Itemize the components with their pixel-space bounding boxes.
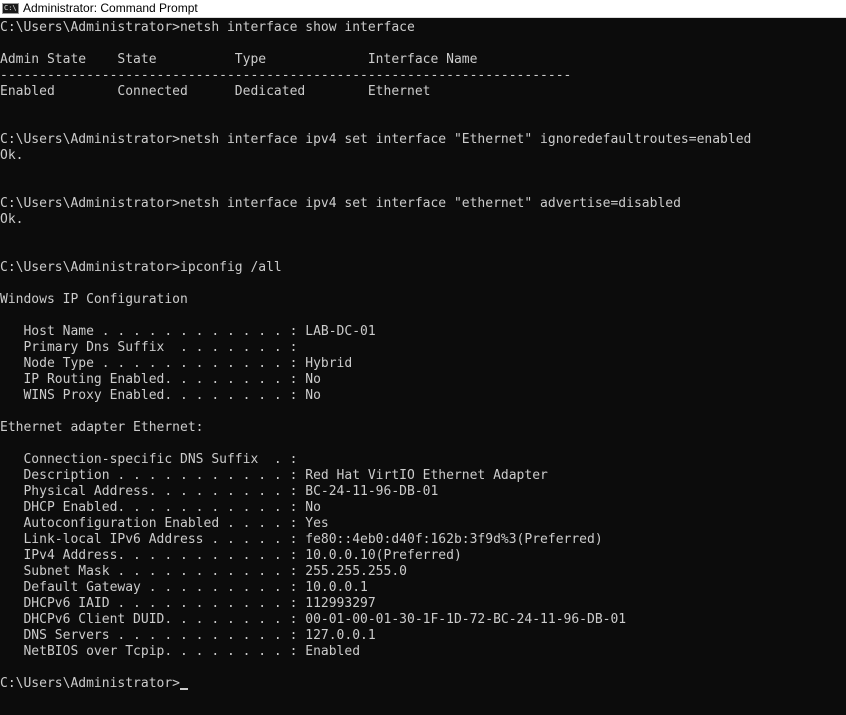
console-line: Subnet Mask . . . . . . . . . . . : 255.… xyxy=(0,564,407,579)
console-line: IP Routing Enabled. . . . . . . . : No xyxy=(0,372,321,387)
console-line: Enabled Connected Dedicated Ethernet xyxy=(0,84,431,99)
console-line: Ok. xyxy=(0,212,24,227)
console-line: Admin State State Type Interface Name xyxy=(0,52,478,67)
prompt-line: C:\Users\Administrator>netsh interface i… xyxy=(0,132,752,147)
console-line: Host Name . . . . . . . . . . . . : LAB-… xyxy=(0,324,376,339)
console-line: IPv4 Address. . . . . . . . . . . : 10.0… xyxy=(0,548,462,563)
console-line: Physical Address. . . . . . . . . : BC-2… xyxy=(0,484,439,499)
prompt-line: C:\Users\Administrator> xyxy=(0,676,189,692)
console-line: Autoconfiguration Enabled . . . . : Yes xyxy=(0,516,329,531)
console-line: Default Gateway . . . . . . . . . : 10.0… xyxy=(0,580,368,595)
console-line: DHCP Enabled. . . . . . . . . . . : No xyxy=(0,500,321,515)
console-output[interactable]: C:\Users\Administrator>netsh interface s… xyxy=(0,18,846,715)
prompt-line: C:\Users\Administrator>netsh interface i… xyxy=(0,196,681,211)
console-line: Description . . . . . . . . . . . : Red … xyxy=(0,468,548,483)
cmd-icon: C:\ xyxy=(2,3,19,14)
prompt-line: C:\Users\Administrator>netsh interface s… xyxy=(0,20,415,35)
prompt-line: C:\Users\Administrator>ipconfig /all xyxy=(0,260,282,275)
console-line: ----------------------------------------… xyxy=(0,68,572,83)
text-cursor xyxy=(180,688,189,690)
console-line: WINS Proxy Enabled. . . . . . . . : No xyxy=(0,388,321,403)
console-line: DHCPv6 Client DUID. . . . . . . . : 00-0… xyxy=(0,612,627,627)
console-line: Connection-specific DNS Suffix . : xyxy=(0,452,298,467)
console-line: Primary Dns Suffix . . . . . . . : xyxy=(0,340,298,355)
window-titlebar[interactable]: C:\ Administrator: Command Prompt xyxy=(0,0,846,18)
console-line: Windows IP Configuration xyxy=(0,292,188,307)
console-line: DHCPv6 IAID . . . . . . . . . . . : 1129… xyxy=(0,596,376,611)
window-title: Administrator: Command Prompt xyxy=(23,1,198,15)
console-line: Node Type . . . . . . . . . . . . : Hybr… xyxy=(0,356,353,371)
console-line: Link-local IPv6 Address . . . . . : fe80… xyxy=(0,532,603,547)
console-line: Ok. xyxy=(0,148,24,163)
console-line: NetBIOS over Tcpip. . . . . . . . : Enab… xyxy=(0,644,361,659)
console-line: DNS Servers . . . . . . . . . . . : 127.… xyxy=(0,628,376,643)
console-line: Ethernet adapter Ethernet: xyxy=(0,420,204,435)
